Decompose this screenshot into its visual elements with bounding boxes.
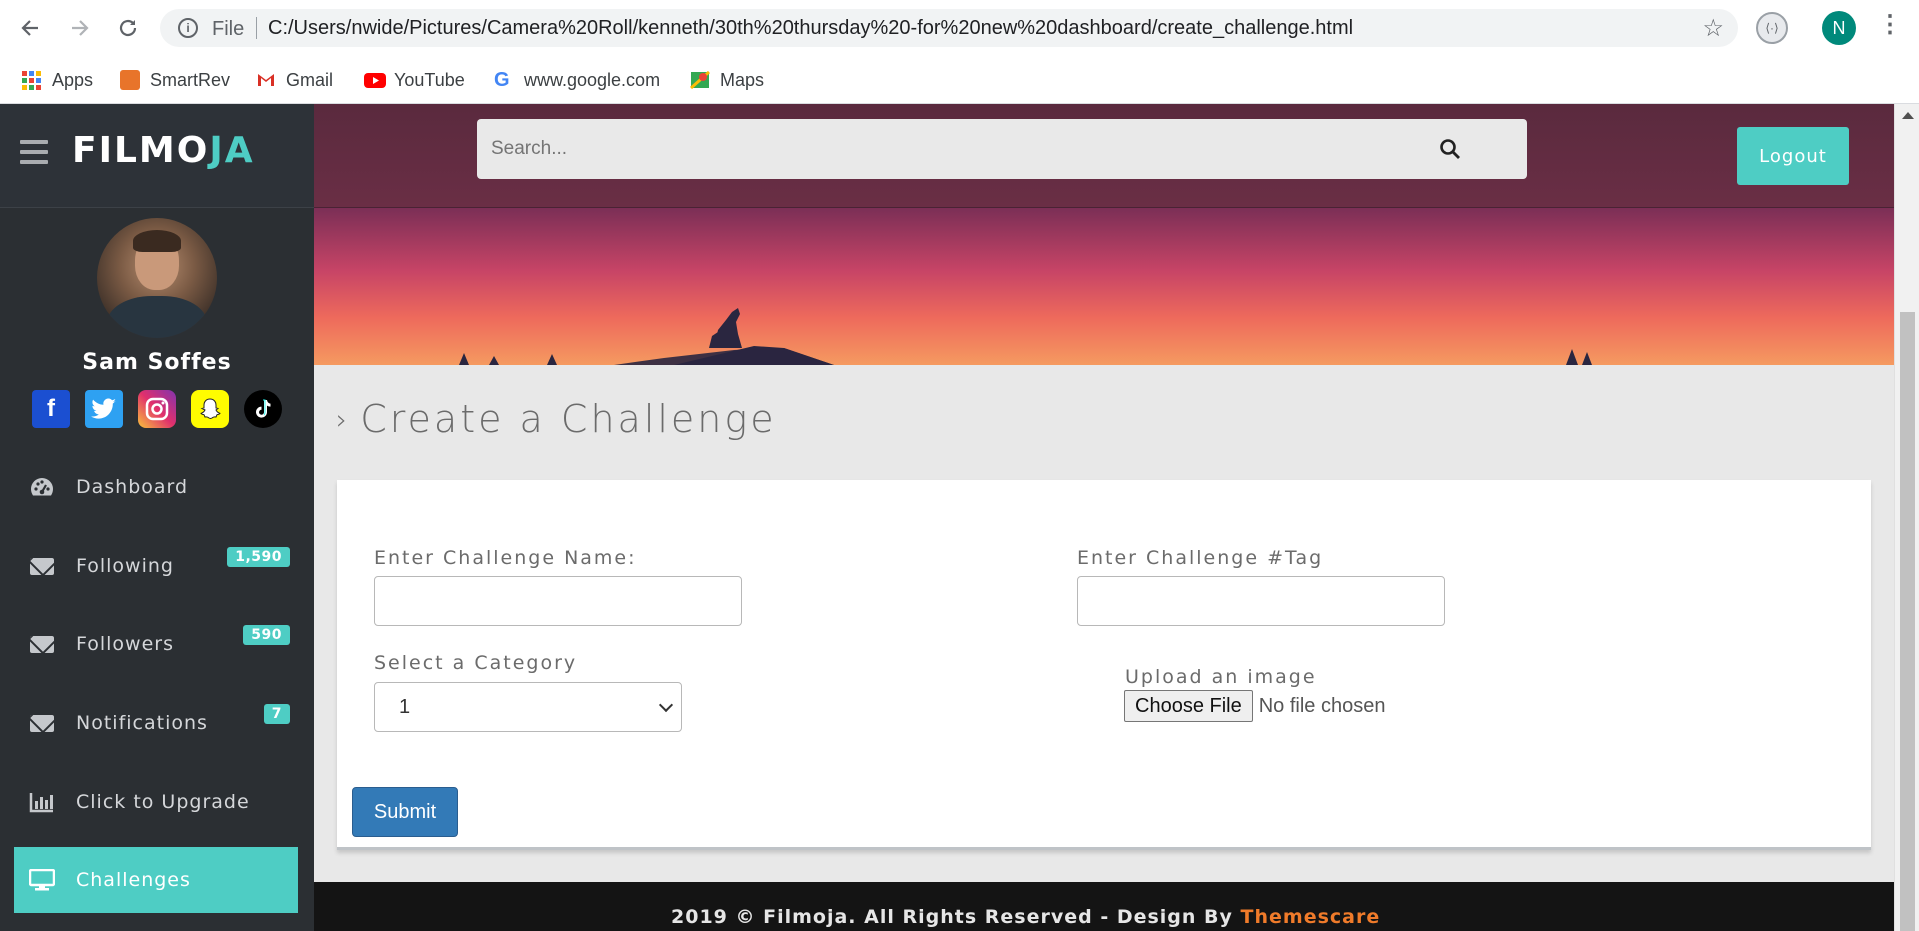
user-name: Sam Soffes — [82, 350, 232, 375]
bookmark-label: Maps — [720, 69, 765, 90]
logo-main: FILMO — [72, 130, 210, 171]
bookmark-star-icon[interactable]: ☆ — [1702, 14, 1724, 43]
bar-chart-icon — [28, 791, 56, 813]
snapchat-icon[interactable] — [191, 390, 229, 428]
header-banner-image — [314, 208, 1894, 365]
sidebar-item-label: Followers — [76, 633, 174, 655]
bookmark-label: www.google.com — [524, 69, 661, 90]
challenge-tag-field[interactable] — [1077, 576, 1445, 626]
envelope-icon — [28, 712, 56, 734]
tiktok-icon[interactable] — [244, 390, 282, 428]
footer-text: 2019 © Filmoja. All Rights Reserved - De… — [671, 906, 1380, 928]
profile-avatar[interactable]: N — [1822, 11, 1856, 45]
file-upload-control: Choose File No file chosen — [1124, 690, 1385, 722]
info-icon[interactable]: i — [178, 18, 198, 38]
youtube-icon — [364, 70, 386, 90]
address-separator — [256, 17, 257, 39]
sidebar-item-notifications[interactable]: Notifications 7 — [14, 690, 298, 756]
challenge-name-field[interactable] — [374, 576, 742, 626]
bookmark-label: Apps — [52, 69, 94, 90]
smartrev-icon — [120, 70, 140, 90]
footer-designer-link[interactable]: Themescare — [1241, 906, 1381, 928]
top-header: Logout — [314, 104, 1894, 208]
scroll-up-arrow-icon[interactable] — [1902, 112, 1914, 119]
upload-image-label: Upload an image — [1125, 666, 1317, 688]
bookmark-youtube[interactable]: YouTube — [364, 66, 465, 94]
brand-bar: FILMOJA — [0, 104, 314, 208]
category-select[interactable]: 1 — [374, 682, 682, 732]
url-text[interactable]: C:/Users/nwide/Pictures/Camera%20Roll/ke… — [268, 17, 1353, 40]
footer: 2019 © Filmoja. All Rights Reserved - De… — [314, 882, 1894, 931]
logo-accent: JA — [209, 130, 255, 171]
category-label: Select a Category — [374, 652, 578, 674]
category-selected-value: 1 — [399, 695, 411, 718]
bookmark-gmail[interactable]: Gmail — [256, 66, 333, 94]
bookmark-maps[interactable]: Maps — [690, 66, 764, 94]
sidebar-item-label: Challenges — [76, 869, 191, 891]
bookmarks-bar: Apps SmartRev Gmail YouTube G www.google… — [0, 56, 1919, 104]
choose-file-button[interactable]: Choose File — [1124, 690, 1253, 722]
gmail-icon — [256, 70, 276, 90]
scrollbar-thumb[interactable] — [1900, 312, 1915, 931]
followers-count-badge: 590 — [243, 625, 290, 645]
sidebar-item-followers[interactable]: Followers 590 — [14, 611, 298, 677]
app-logo[interactable]: FILMOJA — [72, 130, 255, 171]
social-links: f — [32, 390, 282, 428]
hamburger-menu-icon[interactable] — [20, 140, 48, 170]
monitor-icon — [28, 869, 56, 891]
address-bar[interactable]: i File C:/Users/nwide/Pictures/Camera%20… — [160, 9, 1738, 47]
bookmark-apps[interactable]: Apps — [22, 66, 93, 94]
page-title: › Create a Challenge — [336, 397, 777, 441]
facebook-icon[interactable]: f — [32, 390, 70, 428]
back-arrow-icon[interactable] — [14, 12, 46, 44]
file-status-text: No file chosen — [1258, 694, 1386, 717]
page-scrollbar[interactable] — [1894, 104, 1919, 931]
search-input[interactable] — [477, 119, 1457, 179]
envelope-icon — [28, 633, 56, 655]
sidebar-item-label: Dashboard — [76, 476, 189, 498]
sidebar-item-label: Following — [76, 555, 174, 577]
sidebar-item-challenges[interactable]: Challenges — [14, 847, 298, 913]
sidebar-item-following[interactable]: Following 1,590 — [14, 533, 298, 599]
bookmark-label: SmartRev — [150, 69, 231, 90]
apps-grid-icon — [22, 70, 42, 90]
search-icon[interactable] — [1439, 138, 1461, 160]
submit-button[interactable]: Submit — [352, 787, 458, 837]
extension-icon[interactable]: ⟨·⟩ — [1756, 12, 1788, 44]
sidebar: FILMOJA Sam Soffes f Dashboard Following… — [0, 104, 314, 931]
chevron-down-icon — [658, 697, 674, 713]
sidebar-item-label: Click to Upgrade — [76, 791, 250, 813]
instagram-icon[interactable] — [138, 390, 176, 428]
file-scheme-label: File — [212, 18, 245, 40]
main-content: › Create a Challenge Enter Challenge Nam… — [314, 365, 1894, 882]
logout-button[interactable]: Logout — [1737, 127, 1849, 185]
bookmark-google[interactable]: G www.google.com — [494, 66, 660, 94]
avatar[interactable] — [97, 218, 217, 338]
search-box — [477, 119, 1527, 179]
following-count-badge: 1,590 — [227, 547, 290, 567]
bookmark-label: Gmail — [286, 69, 334, 90]
copyright-text: 2019 © Filmoja. All Rights Reserved - De… — [671, 906, 1233, 928]
browser-menu-icon[interactable]: ⋮ — [1878, 10, 1902, 39]
sidebar-item-upgrade[interactable]: Click to Upgrade — [14, 769, 298, 835]
create-challenge-form: Enter Challenge Name: Enter Challenge #T… — [337, 480, 1871, 850]
twitter-icon[interactable] — [85, 390, 123, 428]
chevron-right-icon: › — [336, 402, 351, 436]
google-icon: G — [494, 69, 510, 91]
bookmark-label: YouTube — [394, 69, 465, 90]
sidebar-item-label: Notifications — [76, 712, 208, 734]
notifications-count-badge: 7 — [263, 704, 290, 724]
challenge-tag-label: Enter Challenge #Tag — [1077, 547, 1324, 569]
forward-arrow-icon[interactable] — [64, 12, 96, 44]
sidebar-item-dashboard[interactable]: Dashboard — [14, 454, 298, 520]
reload-icon[interactable] — [112, 12, 144, 44]
dashboard-gauge-icon — [28, 476, 56, 498]
browser-toolbar: i File C:/Users/nwide/Pictures/Camera%20… — [0, 0, 1919, 56]
maps-icon — [690, 70, 710, 90]
challenge-name-label: Enter Challenge Name: — [374, 547, 637, 569]
envelope-icon — [28, 555, 56, 577]
bookmark-smartrev[interactable]: SmartRev — [120, 66, 230, 94]
page-title-text: Create a Challenge — [360, 397, 777, 441]
